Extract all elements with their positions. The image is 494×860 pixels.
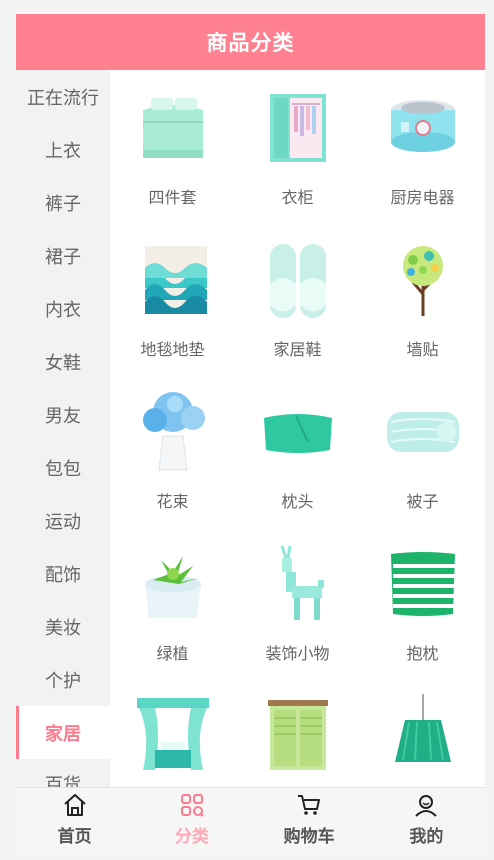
sidebar-item-label: 个护 [45,670,81,692]
cabinet-icon [267,700,328,770]
sidebar-item-label: 包包 [45,458,81,480]
sidebar-item-trending[interactable]: 正在流行 [16,70,110,123]
curtain-icon [136,698,209,770]
grid-item-label: 地毯地垫 [140,340,205,359]
grid-item-deer-ornament[interactable]: 装饰小物 [235,532,360,684]
slippers-icon [269,244,326,318]
category-sidebar[interactable]: 正在流行 上衣 裤子 裙子 内衣 女鞋 男友 包包 运动 配饰 美妆 个护 家居… [16,70,110,787]
grid-item-slippers[interactable]: 家居鞋 [235,228,360,380]
tab-category[interactable]: 分类 [133,788,250,850]
sidebar-item-label: 百货 [45,775,81,787]
grid-item-label: 花束 [156,492,189,511]
bedding-set-icon [142,98,203,158]
sidebar-item-bags[interactable]: 包包 [16,441,110,494]
succulent-icon [144,556,201,618]
grid-item-label: 绿植 [156,644,189,663]
grid-item-label: 衣柜 [281,188,314,207]
home-icon [63,793,86,816]
grid-item-cushion[interactable]: 抱枕 [360,532,485,684]
grid-item-label: 装饰小物 [265,644,330,663]
grid-item-quilt[interactable]: 被子 [360,380,485,532]
deer-ornament-icon [280,545,324,620]
product-grid: 四件套 衣柜 厨房电器 地毯地垫 家居鞋 墙贴 花束 枕头 被子 绿植 装饰小物… [110,70,485,787]
sidebar-item-label: 内衣 [45,299,81,321]
grid-item-wardrobe[interactable]: 衣柜 [235,76,360,228]
grid-item-succulent[interactable]: 绿植 [110,532,235,684]
sidebar-item-tops[interactable]: 上衣 [16,123,110,176]
tab-profile[interactable]: 我的 [368,788,485,850]
sidebar-item-label: 配饰 [45,564,81,586]
page-header: 商品分类 [16,14,485,70]
sidebar-item-pants[interactable]: 裤子 [16,176,110,229]
grid-item-pillow[interactable]: 枕头 [235,380,360,532]
sidebar-item-makeup[interactable]: 美妆 [16,600,110,653]
wall-sticker-icon [402,246,443,316]
grid-item-label: 抱枕 [406,644,439,663]
grid-item-label: 四件套 [148,188,197,207]
sidebar-item-label: 女鞋 [45,352,81,374]
grid-item-bouquet[interactable]: 花束 [110,380,235,532]
quilt-icon [386,412,459,452]
sidebar-item-label: 裤子 [45,193,81,215]
content-area: 正在流行 上衣 裤子 裙子 内衣 女鞋 男友 包包 运动 配饰 美妆 个护 家居… [16,70,485,787]
sidebar-item-label: 男友 [45,405,81,427]
lamp-icon [394,694,451,762]
sidebar-item-label: 正在流行 [27,87,99,109]
grid-item-label: 家居鞋 [273,340,322,359]
page-title: 商品分类 [206,31,295,55]
sidebar-item-skirts[interactable]: 裙子 [16,229,110,282]
sidebar-item-label: 家居 [45,723,81,745]
grid-item-rug[interactable]: 地毯地垫 [110,228,235,380]
sidebar-item-label: 美妆 [45,617,81,639]
sidebar-item-accessories[interactable]: 配饰 [16,547,110,600]
grid-item-lamp[interactable] [360,684,485,787]
tab-label: 首页 [57,826,92,847]
grid-item-kitchen-appliance[interactable]: 厨房电器 [360,76,485,228]
grid-item-label: 墙贴 [406,340,439,359]
tab-label: 分类 [174,826,209,847]
kitchen-appliance-icon [390,100,455,152]
cushion-icon [390,552,455,616]
bottom-tab-bar: 首页 分类 购物车 我的 [16,787,485,850]
pillow-icon [263,414,332,453]
bouquet-icon [142,392,205,471]
tab-home[interactable]: 首页 [16,788,133,850]
grid-item-curtain[interactable] [110,684,235,787]
sidebar-item-underwear[interactable]: 内衣 [16,282,110,335]
category-icon [180,793,204,817]
sidebar-item-label: 上衣 [45,140,81,162]
sidebar-item-label: 运动 [45,511,81,533]
sidebar-item-boyfriend[interactable]: 男友 [16,388,110,441]
grid-item-label: 被子 [406,492,439,511]
wardrobe-icon [269,94,326,162]
sidebar-item-sports[interactable]: 运动 [16,494,110,547]
app-screen: 商品分类 正在流行 上衣 裤子 裙子 内衣 女鞋 男友 包包 运动 配饰 美妆 … [16,14,485,850]
sidebar-item-general-goods[interactable]: 百货 [16,759,110,787]
sidebar-item-label: 裙子 [45,246,81,268]
cart-icon [298,794,321,815]
tab-cart[interactable]: 购物车 [251,788,368,850]
grid-item-wall-sticker[interactable]: 墙贴 [360,228,485,380]
tab-label: 我的 [409,826,444,847]
tab-label: 购物车 [283,826,335,847]
profile-icon [415,794,438,817]
sidebar-item-home[interactable]: 家居 [16,706,110,759]
sidebar-item-personal-care[interactable]: 个护 [16,653,110,706]
grid-item-label: 枕头 [281,492,314,511]
grid-item-bedding-set[interactable]: 四件套 [110,76,235,228]
grid-item-cabinet[interactable] [235,684,360,787]
sidebar-item-womens-shoes[interactable]: 女鞋 [16,335,110,388]
grid-item-label: 厨房电器 [390,188,455,207]
rug-icon [144,246,207,314]
